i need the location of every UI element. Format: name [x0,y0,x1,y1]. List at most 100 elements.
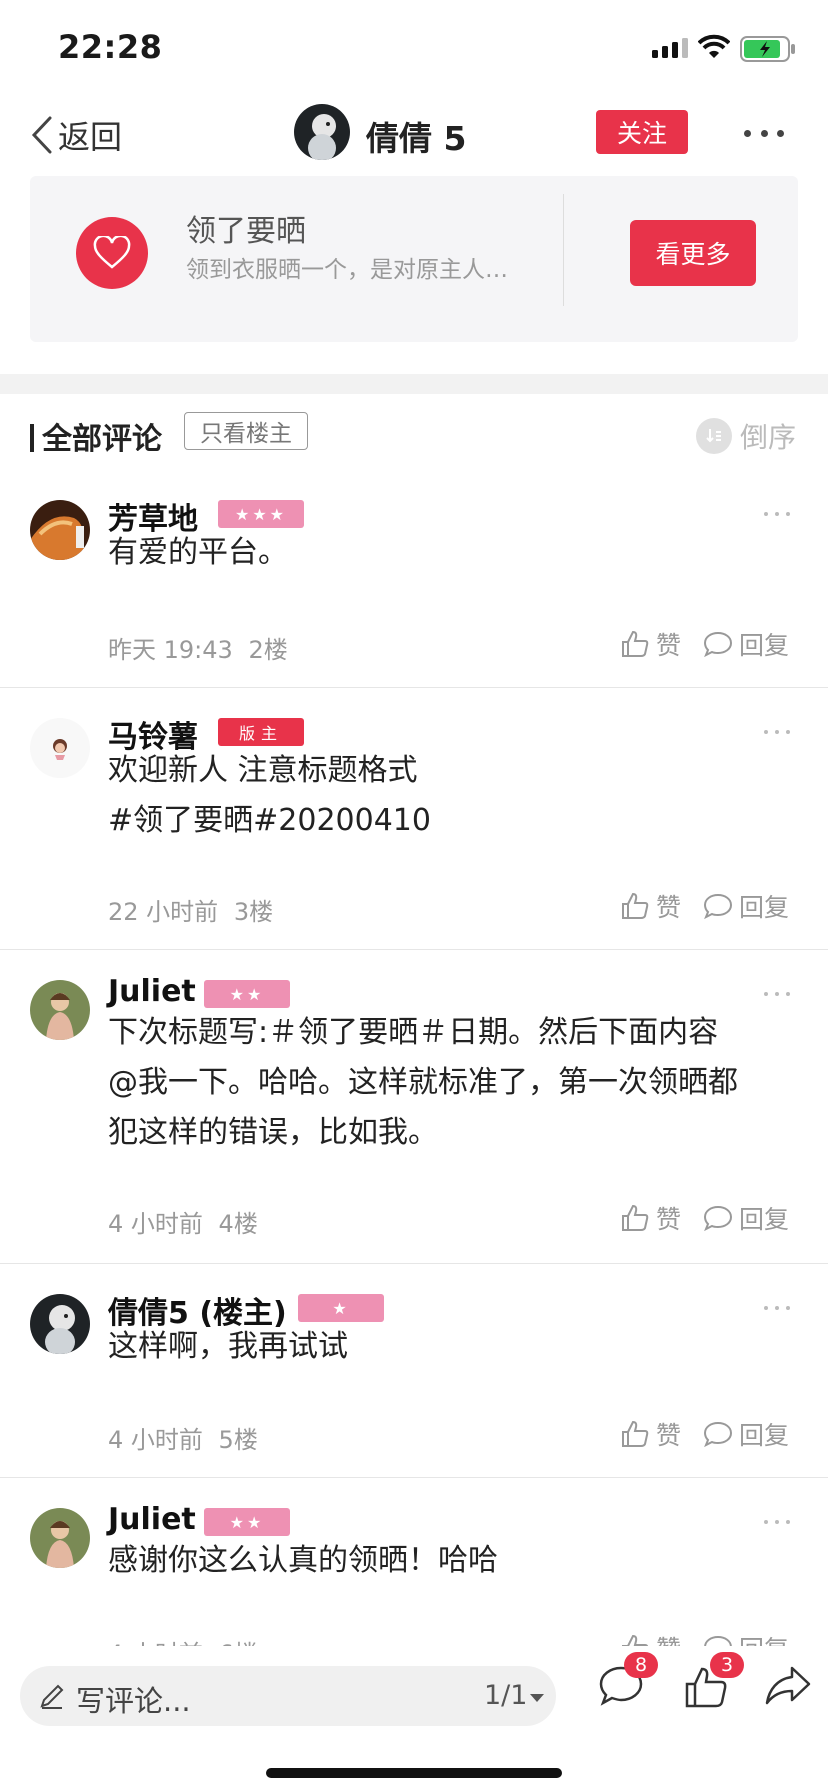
comment-line: 欢迎新人 注意标题格式 [108,753,418,788]
thumbs-up-icon [622,892,649,919]
wifi-icon [698,34,730,58]
comment-more-icon[interactable] [764,510,790,518]
comment-body: 下次标题写:＃领了要晒＃日期。然后下面内容 @我一下。哈哈。这样就标准了，第一次… [108,1008,798,1158]
comment-item: Juliet ★★ 下次标题写:＃领了要晒＃日期。然后下面内容 @我一下。哈哈。… [0,950,828,1264]
thumbs-up-icon [622,1204,649,1231]
comment-body: 感谢你这么认真的领晒！哈哈 [108,1536,798,1586]
like-button[interactable]: 赞 [620,626,681,662]
home-indicator [266,1768,562,1778]
topic-card[interactable]: 领了要晒 领到衣服晒一个，是对原主人… 看更多 [30,176,798,342]
avatar[interactable] [30,1294,90,1354]
topic-description: 领到衣服晒一个，是对原主人… [186,257,508,283]
back-label: 返回 [58,118,123,156]
comment-item: 倩倩5 (楼主) ★ 这样啊，我再试试 4 小时前 5楼 赞 回复 [0,1264,828,1478]
comments-header: 全部评论 只看楼主 倒序 [0,394,828,470]
comment-body: 欢迎新人 注意标题格式 #领了要晒#20200410 [108,746,798,846]
only-op-filter-button[interactable]: 只看楼主 [184,412,308,450]
like-button[interactable]: 赞 [620,888,681,924]
speech-bubble-icon [704,1205,733,1232]
comment-floor: 5楼 [218,1426,258,1454]
level-badge: ★★★ [218,500,304,528]
cellular-signal-icon [652,38,688,58]
nav-bar: 返回 倩倩 5 关注 [0,94,828,176]
comment-author[interactable]: Juliet [108,1502,196,1537]
speech-bubble-icon [704,893,733,920]
comment-time: 4 小时前 [108,1210,203,1238]
comment-more-icon[interactable] [764,1304,790,1312]
avatar[interactable] [30,718,90,778]
comment-more-icon[interactable] [764,990,790,998]
comment-more-icon[interactable] [764,1518,790,1526]
comment-body: 有爱的平台。 [108,528,798,578]
author-name[interactable]: 倩倩 5 [366,112,466,160]
reply-button[interactable]: 回复 [703,1416,789,1452]
like-button[interactable]: 赞 [620,1200,681,1236]
reply-button[interactable]: 回复 [703,888,789,924]
status-time: 22:28 [58,28,163,66]
comment-floor: 4楼 [218,1210,258,1238]
avatar[interactable] [30,500,90,560]
reply-label: 回复 [739,1205,790,1234]
pencil-icon [40,1684,64,1709]
comment-floor: 3楼 [233,898,274,926]
comment-more-icon[interactable] [764,728,790,736]
like-label: 赞 [656,893,682,922]
comment-input[interactable]: 写评论... 1/1 [20,1666,556,1726]
comment-line: 犯这样的错误，比如我。 [108,1115,438,1150]
level-badge: ★★ [204,1508,290,1536]
heart-icon [76,217,148,289]
avatar[interactable] [30,980,90,1040]
level-badge: ★★ [204,980,290,1008]
follow-button[interactable]: 关注 [596,110,688,154]
title-marker [30,424,34,452]
comment-time: 昨天 19:43 [108,636,233,664]
chevron-left-icon [31,116,52,154]
reply-label: 回复 [739,1421,790,1450]
battery-icon [740,36,795,62]
comment-meta: 4 小时前 4楼 [108,1204,258,1239]
comment-line: 感谢你这么认真的领晒！哈哈 [108,1543,498,1578]
divider [563,194,564,306]
comment-time: 22 小时前 [108,898,219,926]
like-post-button[interactable]: 3 [684,1652,744,1714]
comment-actions: 赞 回复 [620,888,811,924]
reply-button[interactable]: 回复 [703,626,789,662]
sort-order-toggle[interactable]: 倒序 [696,416,796,456]
like-label: 赞 [656,631,682,660]
comment-item: 芳草地 ★★★ 有爱的平台。 昨天 19:43 2楼 赞 回复 [0,470,828,688]
speech-bubble-icon [704,1421,733,1448]
comment-author[interactable]: Juliet [108,974,196,1009]
topic-title: 领了要晒 [186,214,306,249]
comments-button[interactable]: 8 [598,1652,658,1714]
comment-line: 这样啊，我再试试 [108,1329,348,1364]
comment-time: 4 小时前 [108,1426,203,1454]
page-indicator[interactable]: 1/1 [484,1680,527,1711]
reply-button[interactable]: 回复 [703,1200,789,1236]
comment-actions: 赞 回复 [620,626,811,662]
reply-label: 回复 [739,631,790,660]
like-button[interactable]: 赞 [620,1416,681,1452]
comment-line: 下次标题写:＃领了要晒＃日期。然后下面内容 [108,1015,719,1050]
speech-bubble-icon [704,631,733,658]
caret-down-icon[interactable] [530,1694,544,1702]
comments-title: 全部评论 [42,422,162,457]
sort-order-label: 倒序 [740,421,797,454]
see-more-button[interactable]: 看更多 [630,220,756,286]
avatar[interactable] [30,1508,90,1568]
comment-actions: 赞 回复 [620,1416,811,1452]
more-options-icon[interactable] [744,118,784,148]
comment-line: @我一下。哈哈。这样就标准了，第一次领晒都 [108,1065,738,1100]
share-button[interactable] [764,1664,814,1714]
back-button[interactable]: 返回 [30,108,122,162]
like-label: 赞 [656,1421,682,1450]
thumbs-up-icon [622,630,649,657]
comment-meta: 昨天 19:43 2楼 [108,630,288,665]
comment-meta: 4 小时前 5楼 [108,1420,258,1455]
moderator-badge: 版主 [218,718,304,746]
comment-item: 马铃薯 版主 欢迎新人 注意标题格式 #领了要晒#20200410 22 小时前… [0,688,828,950]
like-label: 赞 [656,1205,682,1234]
comment-floor: 2楼 [248,636,288,664]
comment-count-badge: 8 [624,1652,658,1678]
section-separator [0,374,828,394]
author-avatar[interactable] [294,104,350,160]
